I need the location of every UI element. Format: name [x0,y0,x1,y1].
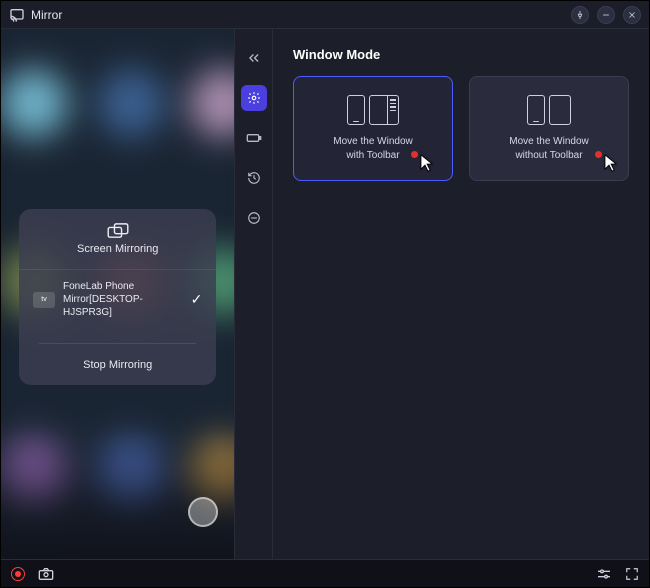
minimize-button[interactable] [597,6,615,24]
window-mode-cards: Move the Window with Toolbar Move the Wi… [293,76,629,181]
screen-mirroring-card: Screen Mirroring tv FoneLab Phone Mirror… [19,209,216,385]
app-window: Mirror [0,0,650,588]
phone-outline-icon [527,95,545,125]
card-label: Move the Window with Toolbar [333,135,412,162]
sidebar-item-no-disturb[interactable] [241,205,267,231]
settings-panel-button[interactable] [595,565,613,583]
cursor-icon [604,154,618,172]
card-move-window-without-toolbar[interactable]: Move the Window without Toolbar [469,76,629,181]
window-controls [571,6,641,24]
bottom-toolbar [1,559,649,587]
fullscreen-button[interactable] [623,565,641,583]
section-title: Window Mode [293,47,629,62]
screen-mirroring-title: Screen Mirroring [19,243,216,255]
cursor-icon [420,154,434,172]
close-button[interactable] [623,6,641,24]
phone-outline-icon [347,95,365,125]
pin-button[interactable] [571,6,589,24]
highlight-marker [411,151,418,158]
mirroring-device-row[interactable]: tv FoneLab Phone Mirror[DESKTOP-HJSPR3G]… [19,269,216,329]
sidebar-item-history[interactable] [241,165,267,191]
sidebar-item-window-mode[interactable] [241,85,267,111]
stop-mirroring-button[interactable]: Stop Mirroring [19,344,216,385]
card-move-window-with-toolbar[interactable]: Move the Window with Toolbar [293,76,453,181]
app-title: Mirror [31,8,571,22]
title-bar: Mirror [1,1,649,29]
collapse-sidebar-button[interactable] [241,45,267,71]
device-name: FoneLab Phone Mirror[DESKTOP-HJSPR3G] [63,280,183,319]
record-button[interactable] [9,565,27,583]
check-icon: ✓ [191,291,203,308]
cast-icon [9,7,25,23]
card-thumb [527,95,571,125]
card-label: Move the Window without Toolbar [509,135,588,162]
device-badge: tv [33,292,55,308]
window-with-toolbar-icon [369,95,399,125]
sidebar-item-battery[interactable] [241,125,267,151]
phone-preview-pane: Screen Mirroring tv FoneLab Phone Mirror… [1,29,234,559]
highlight-marker [595,151,602,158]
body: Screen Mirroring tv FoneLab Phone Mirror… [1,29,649,559]
screenshot-button[interactable] [37,565,55,583]
main-content: Window Mode Move the Window with Toolbar [272,29,649,559]
screen-mirroring-icon [19,223,216,239]
window-without-toolbar-icon [549,95,571,125]
settings-sidebar [234,29,272,559]
card-thumb [347,95,399,125]
